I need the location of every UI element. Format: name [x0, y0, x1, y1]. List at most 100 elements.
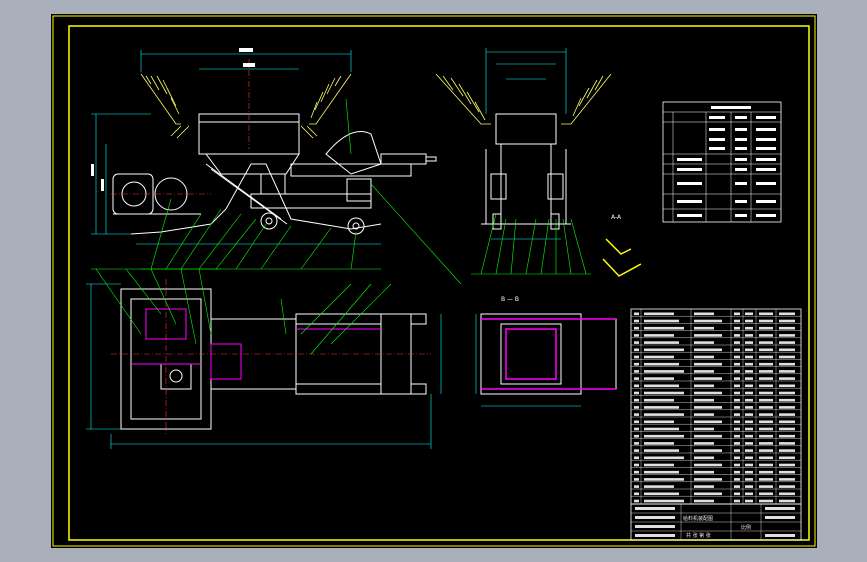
parts-list-cell — [694, 427, 714, 431]
parts-list-cell — [745, 391, 753, 395]
parts-list-cell — [734, 485, 740, 488]
parts-list-cell — [779, 449, 795, 452]
parts-list-cell — [644, 470, 679, 474]
parts-list-cell — [759, 312, 773, 316]
parts-table-upper — [662, 101, 782, 223]
parts-list-cell — [779, 341, 795, 344]
parts-list-cell — [779, 398, 795, 402]
parts-list-cell — [694, 334, 722, 337]
parts-list-cell — [644, 406, 679, 409]
parts-list-cell — [759, 456, 773, 460]
parts-list-cell — [779, 434, 795, 438]
parts-list-cell — [634, 384, 639, 388]
parts-list-cell — [644, 499, 684, 503]
parts-list-cell — [634, 341, 639, 344]
parts-list-cell — [644, 478, 684, 481]
parts-list-cell — [759, 334, 773, 337]
parts-list-cell — [734, 463, 740, 467]
parts-list-cell — [759, 449, 773, 452]
parts-list-cell — [779, 334, 795, 337]
parts-list-cell — [634, 478, 639, 481]
parts-list-cell — [745, 384, 753, 388]
parts-list-cell — [634, 442, 639, 445]
parts-list-cell — [734, 334, 740, 337]
parts-list-cell — [644, 456, 684, 460]
parts-list-cell — [759, 442, 773, 445]
parts-list-cell — [745, 334, 753, 337]
parts-list-cell — [634, 470, 639, 474]
parts-list-cell — [694, 362, 722, 366]
parts-list-cell — [734, 362, 740, 366]
parts-list-cell — [734, 434, 740, 438]
parts-list-cell — [694, 312, 714, 316]
section-aa-label: A-A — [611, 214, 622, 221]
parts-list-cell — [644, 492, 679, 496]
parts-list-cell — [745, 499, 753, 503]
parts-list-cell — [745, 319, 753, 323]
parts-list-cell — [734, 470, 740, 474]
parts-list-cell — [759, 434, 773, 438]
parts-list-cell — [694, 370, 714, 373]
parts-list-cell — [634, 398, 639, 402]
parts-list-cell — [694, 499, 714, 503]
parts-list-cell — [759, 348, 773, 352]
parts-list-cell — [745, 420, 753, 424]
parts-list-cell — [734, 413, 740, 416]
parts-list-cell — [734, 478, 740, 481]
parts-list-cell — [745, 341, 753, 344]
parts-list-cell — [745, 456, 753, 460]
parts-list-cell — [644, 398, 674, 402]
parts-list-cell — [644, 413, 684, 416]
cad-drawing: A-A B — B 给料机装配图 比例 共 张 第 张 — [52, 15, 816, 547]
parts-list-cell — [779, 413, 795, 416]
parts-list-cell — [634, 406, 639, 409]
parts-list-cell — [694, 470, 714, 474]
parts-list-cell — [634, 434, 639, 438]
parts-list-cell — [779, 499, 795, 503]
parts-list-cell — [759, 355, 773, 359]
parts-list-cell — [634, 370, 639, 373]
parts-list-cell — [745, 478, 753, 481]
parts-list-cell — [779, 362, 795, 366]
parts-list-cell — [745, 442, 753, 445]
parts-list-cell — [734, 312, 740, 316]
parts-list-cell — [694, 485, 714, 488]
parts-list-cell — [694, 406, 722, 409]
parts-list-cell — [759, 463, 773, 467]
inner-frame — [68, 25, 810, 541]
parts-list-cell — [644, 355, 674, 359]
parts-list-cell — [734, 492, 740, 496]
parts-list-cell — [644, 319, 679, 323]
parts-list-cell — [779, 391, 795, 395]
parts-list-cell — [644, 377, 674, 380]
side-view — [435, 48, 612, 275]
parts-list-cell — [644, 334, 674, 337]
parts-list-cell — [694, 442, 714, 445]
front-hopper-hatch — [140, 73, 352, 139]
parts-list-cell — [734, 398, 740, 402]
parts-list-cell — [734, 377, 740, 380]
parts-list-cell — [779, 427, 795, 431]
parts-list-cell — [779, 463, 795, 467]
parts-list-cell — [734, 370, 740, 373]
parts-list-cell — [734, 384, 740, 388]
parts-list-cell — [734, 326, 740, 330]
plan-view — [86, 268, 442, 449]
parts-list-cell — [634, 348, 639, 352]
parts-list-cell — [734, 442, 740, 445]
drawing-name: 给料机装配图 — [683, 515, 713, 522]
parts-list-cell — [634, 312, 639, 316]
parts-list-cell — [779, 456, 795, 460]
parts-list-cell — [745, 463, 753, 467]
parts-list-cell — [759, 326, 773, 330]
parts-list-cell — [759, 341, 773, 344]
parts-list-cell — [745, 370, 753, 373]
parts-list-cell — [745, 492, 753, 496]
parts-list-cell — [745, 362, 753, 366]
parts-list-cell — [734, 449, 740, 452]
parts-list-cell — [745, 470, 753, 474]
parts-list-cell — [634, 499, 639, 503]
parts-list-cell — [644, 341, 679, 344]
parts-list-cell — [745, 355, 753, 359]
section-bb: B — B — [475, 296, 617, 407]
